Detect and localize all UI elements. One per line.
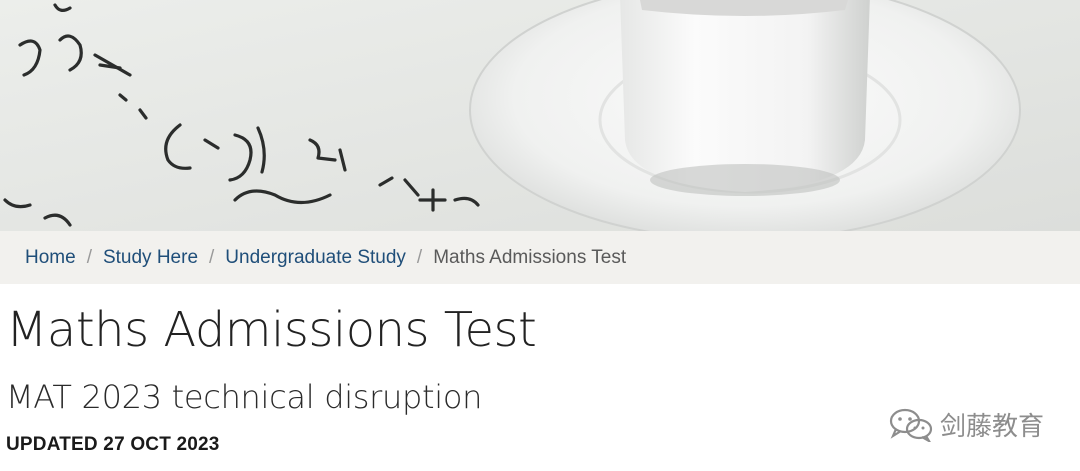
watermark: 剑藤教育 <box>888 406 1044 443</box>
wechat-icon <box>889 408 933 442</box>
updated-date: UPDATED 27 OCT 2023 <box>6 434 220 455</box>
breadcrumb-separator: / <box>86 246 92 268</box>
breadcrumb-current: Maths Admissions Test <box>433 246 627 268</box>
breadcrumb-separator: / <box>209 246 215 268</box>
breadcrumb: Home / Study Here / Undergraduate Study … <box>0 231 1080 284</box>
page-title: Maths Admissions Test <box>6 302 537 358</box>
breadcrumb-undergraduate-study-link[interactable]: Undergraduate Study <box>225 247 406 269</box>
breadcrumb-separator: / <box>416 246 423 268</box>
breadcrumb-study-here-link[interactable]: Study Here <box>103 247 198 269</box>
watermark-text: 剑藤教育 <box>940 411 1045 441</box>
hero-image <box>0 0 1080 231</box>
page-subtitle: MAT 2023 technical disruption <box>6 378 483 416</box>
breadcrumb-home-link[interactable]: Home <box>25 247 76 269</box>
